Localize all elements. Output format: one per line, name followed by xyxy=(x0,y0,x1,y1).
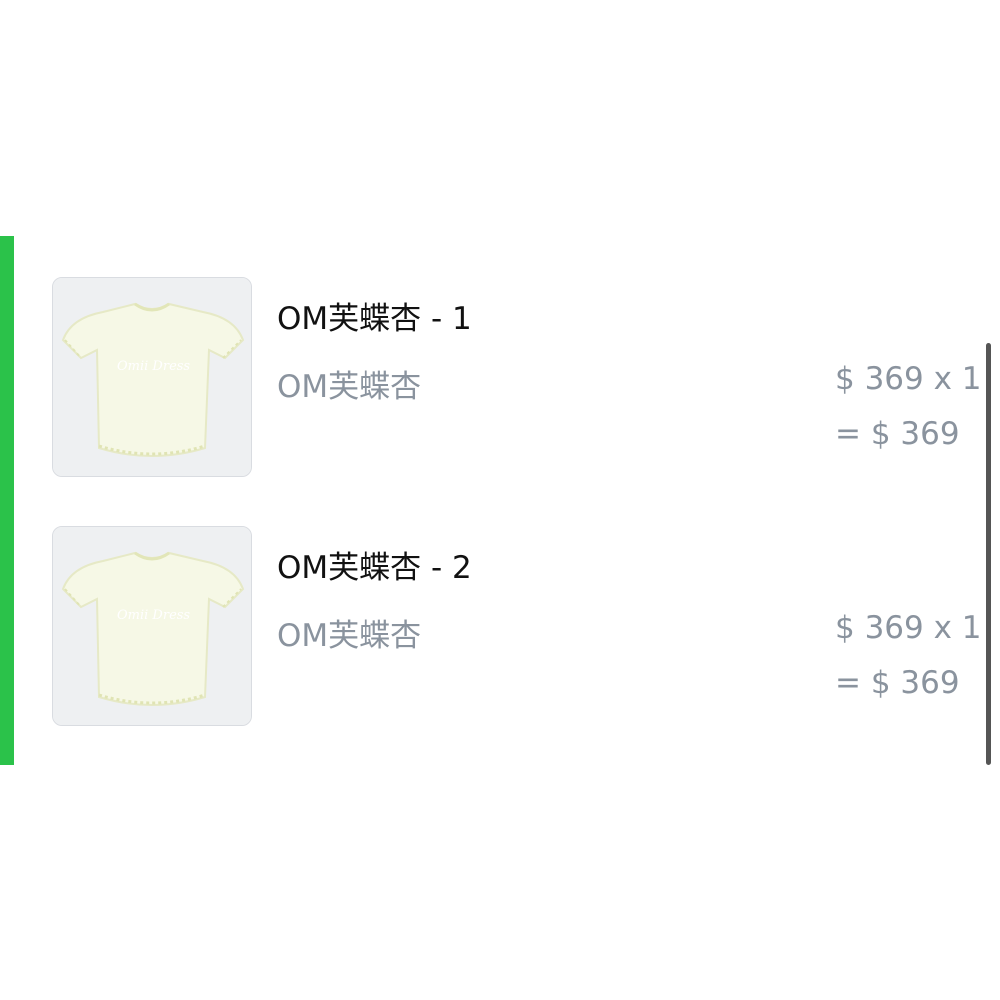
dress-photo-icon: Omii Dress xyxy=(53,527,251,725)
dress-photo-icon: Omii Dress xyxy=(53,278,251,476)
item-variant: OM芙蝶杏 xyxy=(277,618,422,654)
item-variant: OM芙蝶杏 xyxy=(277,369,422,405)
cart-item[interactable]: Omii Dress OM芙蝶杏 - 2 OM芙蝶杏 $ 369 x 1 = $… xyxy=(0,526,1000,726)
brand-text: Omii Dress xyxy=(117,608,190,623)
line-total: = $ 369 xyxy=(835,665,960,701)
product-thumbnail[interactable]: Omii Dress xyxy=(52,277,252,477)
brand-text: Omii Dress xyxy=(117,359,190,374)
unit-price-quantity: $ 369 x 1 xyxy=(835,610,982,646)
line-total: = $ 369 xyxy=(835,416,960,452)
unit-price-quantity: $ 369 x 1 xyxy=(835,361,982,397)
item-title[interactable]: OM芙蝶杏 - 1 xyxy=(277,293,472,338)
scrollbar[interactable] xyxy=(986,343,991,765)
product-thumbnail[interactable]: Omii Dress xyxy=(52,526,252,726)
cart-item[interactable]: Omii Dress OM芙蝶杏 - 1 OM芙蝶杏 $ 369 x 1 = $… xyxy=(0,277,1000,477)
item-title[interactable]: OM芙蝶杏 - 2 xyxy=(277,542,472,587)
